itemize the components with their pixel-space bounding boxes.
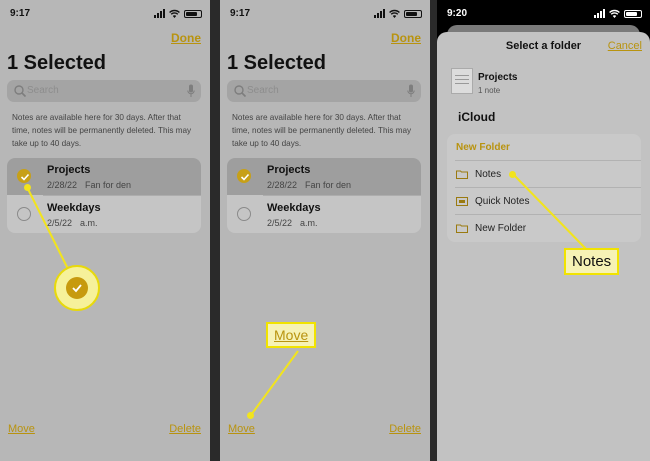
callout-dot xyxy=(509,171,516,178)
screen-select-folder: 9:20 Select a folder Cancel Projects 1 n… xyxy=(437,0,650,461)
callout-dot xyxy=(24,184,31,191)
notes-callout: Notes xyxy=(564,248,620,275)
callout-dot xyxy=(247,412,254,419)
screen-select-notes: 9:17 Done 1 Selected Search Notes are av… xyxy=(0,0,210,461)
checkmark-callout xyxy=(54,265,100,311)
move-callout: Move xyxy=(266,322,317,348)
callout-line xyxy=(26,186,72,276)
callout-line xyxy=(512,173,588,251)
callout-line xyxy=(250,350,299,416)
screen-move-note: 9:17 Done 1 Selected Search Notes are av… xyxy=(220,0,430,461)
